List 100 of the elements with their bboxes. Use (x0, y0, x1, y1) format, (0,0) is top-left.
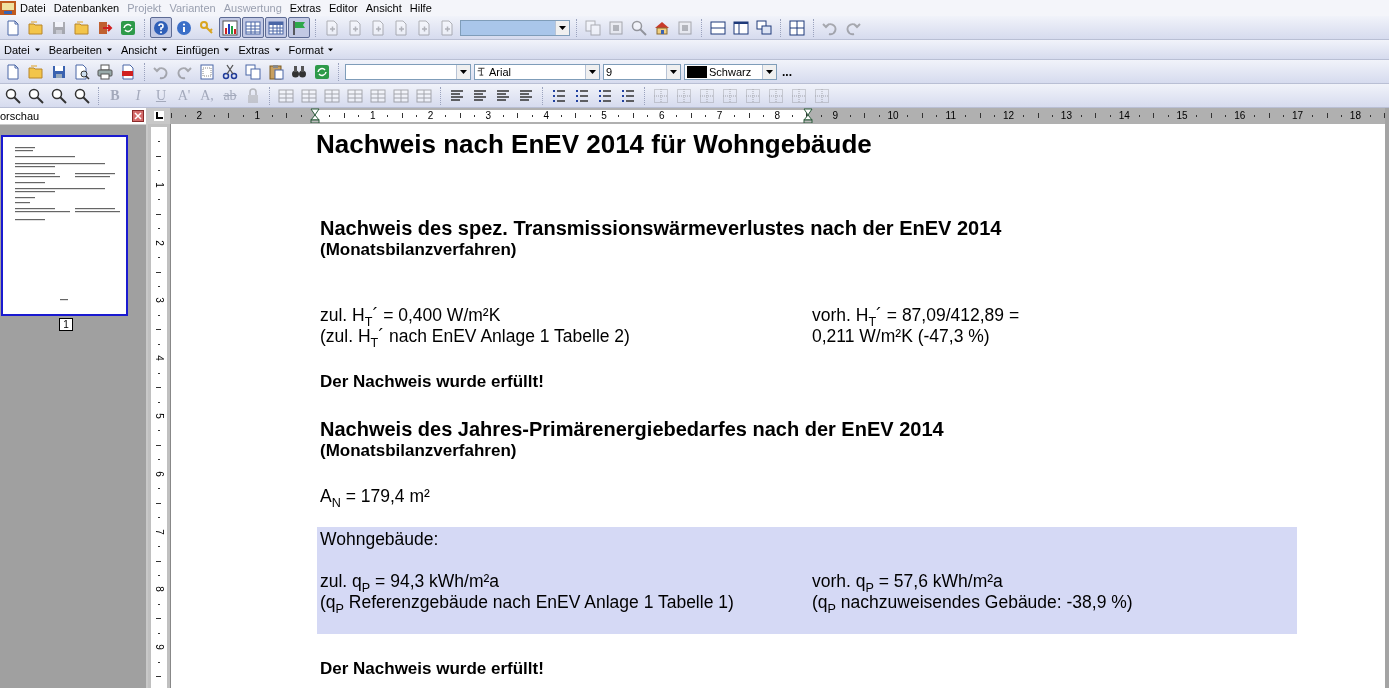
ruler-number: 16 (1234, 110, 1246, 122)
align-icon (518, 87, 534, 104)
menu-item[interactable]: Extras (285, 0, 325, 16)
ruler-number: 15 (1176, 110, 1188, 122)
bar-chart-icon (222, 19, 238, 36)
style-dropdown[interactable] (345, 63, 471, 80)
table-icon (245, 19, 261, 36)
refresh-icon (314, 63, 330, 80)
exit-door-icon (97, 19, 113, 36)
section-heading: Nachweis des spez. Transmissionswärmeverlustes nach der EnEV 2014 (320, 217, 1003, 240)
clipboard-icon (268, 63, 284, 80)
menu-item[interactable]: Format (286, 43, 337, 56)
ruler-number: 1 (254, 110, 260, 122)
menu-item[interactable]: Editor (324, 0, 362, 16)
indent-marker[interactable] (310, 108, 320, 123)
menu-item[interactable]: Ansicht (118, 43, 170, 56)
menu-item[interactable]: Extras (236, 43, 283, 56)
flag-icon (291, 19, 307, 36)
menu-item[interactable]: Hilfe (405, 0, 436, 16)
indent-marker[interactable] (803, 108, 813, 123)
list-icon (620, 87, 636, 104)
table-grid-icon (768, 87, 784, 104)
ruler-number: 2 (153, 239, 164, 246)
ruler-number: 4 (543, 110, 549, 122)
square-icon (677, 19, 693, 36)
square-icon (608, 19, 624, 36)
zoom-icon (51, 87, 67, 104)
document-icon (5, 19, 21, 36)
split-view-icon (710, 19, 726, 36)
table-button[interactable] (242, 17, 264, 38)
font-icon (477, 66, 487, 77)
list-icon (597, 87, 613, 104)
ruler-number: 10 (887, 110, 899, 122)
document-title: Nachweis nach EnEV 2014 für Wohngebäude (316, 129, 873, 159)
more-button[interactable]: ... (779, 64, 795, 79)
page-number: 1 (59, 318, 73, 331)
help-button[interactable] (150, 17, 172, 38)
table-icon (416, 87, 432, 104)
ruler-number: 7 (716, 110, 723, 122)
refresh-icon (120, 19, 136, 36)
calendar-button[interactable] (265, 17, 287, 38)
zoom-icon (28, 87, 44, 104)
close-icon[interactable] (132, 110, 144, 122)
ruler-number: 6 (659, 110, 665, 122)
section-subheading: (Monatsbilanzverfahren) (320, 441, 518, 461)
table-grid-icon (699, 87, 715, 104)
ruler-number: 5 (153, 413, 164, 419)
add-page-icon (393, 19, 409, 36)
tab-stop-icon[interactable] (154, 111, 164, 121)
document-text: 0,211 W/m²K (-47,3 %) (812, 326, 990, 346)
table-icon (324, 87, 340, 104)
caret-icon (327, 47, 335, 52)
document-text: zul. q$_{P}$ = 94,3 kWh/m²a (320, 571, 500, 591)
table-grid-icon (745, 87, 761, 104)
ruler-number: 9 (153, 644, 164, 650)
table-grid-icon (814, 87, 830, 104)
ruler-number: 5 (601, 110, 607, 122)
caret-icon (223, 47, 231, 52)
align-icon (495, 87, 511, 104)
document-text: (q$_{P}$ nachzuweisendes Gebäude: -38,9 %) (812, 592, 1133, 612)
ruler-number: 6 (153, 471, 164, 477)
app-icon[interactable] (0, 1, 16, 15)
align-icon (472, 87, 488, 104)
ruler-number: 8 (153, 586, 164, 593)
caret-icon (273, 47, 281, 52)
table-icon (370, 87, 386, 104)
windows-button[interactable] (753, 17, 775, 38)
ruler-number: 12 (1003, 110, 1015, 122)
menu-item[interactable]: Einfügen (174, 43, 233, 56)
flag-button[interactable] (288, 17, 310, 38)
printer-icon (97, 63, 113, 80)
binoculars-icon (291, 63, 307, 80)
menu-item[interactable]: Datei (2, 43, 43, 56)
folder-icon (28, 63, 44, 80)
dropdown-arrow-icon (459, 68, 468, 75)
document-text: zul. H$_{T}$´ = 0,400 W/m²K (320, 305, 501, 325)
menu-item[interactable]: Bearbeiten (46, 43, 115, 56)
ruler-number: 4 (153, 355, 164, 361)
chart-button[interactable] (219, 17, 241, 38)
table-grid-icon (722, 87, 738, 104)
table-icon (347, 87, 363, 104)
color-dropdown[interactable]: Schwarz (684, 63, 777, 80)
list-icon (551, 87, 567, 104)
font-size-dropdown[interactable]: 9 (603, 63, 681, 80)
dropdown-arrow-icon (765, 68, 774, 75)
document-icon (120, 63, 136, 80)
house-icon (654, 19, 670, 36)
print-button[interactable] (94, 61, 116, 82)
ruler-number: 9 (832, 110, 838, 122)
menu-item[interactable]: Datenbanken (49, 0, 124, 16)
table-icon (278, 87, 294, 104)
menu-item[interactable]: Datei (16, 0, 50, 16)
grid-button[interactable] (786, 17, 808, 38)
ruler-number: 3 (485, 110, 492, 122)
ruler-number: 7 (153, 528, 164, 535)
align-icon (449, 87, 465, 104)
ruler-number: 2 (427, 110, 434, 122)
calendar-icon (268, 19, 284, 36)
font-dropdown[interactable]: Arial (474, 63, 600, 80)
menu-item[interactable]: Ansicht (361, 0, 406, 16)
